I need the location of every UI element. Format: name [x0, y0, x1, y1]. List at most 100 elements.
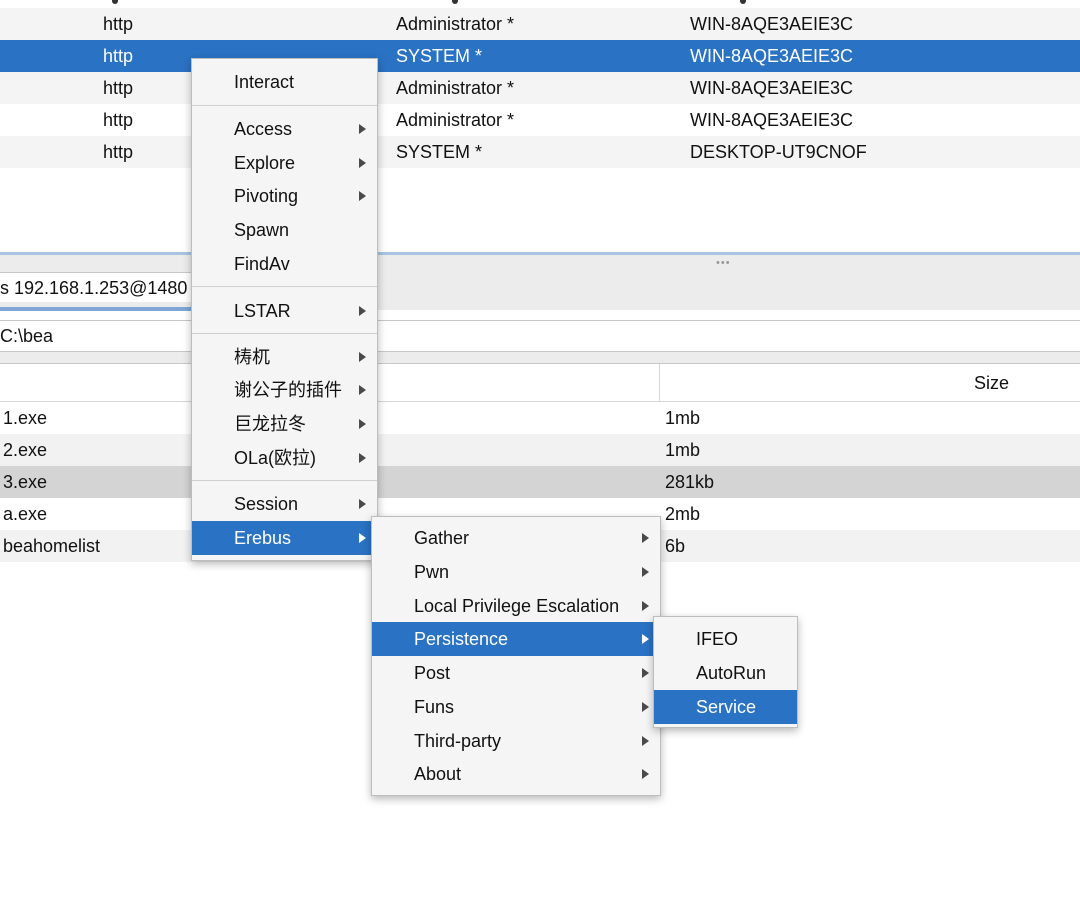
file-row[interactable]: 2.exe 1mb	[0, 434, 1080, 466]
session-row[interactable]: http Administrator * WIN-8AQE3AEIE3C	[0, 8, 1080, 40]
file-size: 6b	[665, 536, 686, 556]
submenu-arrow-icon	[642, 736, 649, 746]
column-divider[interactable]	[659, 364, 660, 402]
submenu-arrow-icon	[359, 499, 366, 509]
persistence-submenu: IFEO AutoRun Service	[653, 616, 798, 728]
menu-item-access[interactable]: Access	[192, 112, 377, 146]
menu-item-session[interactable]: Session	[192, 487, 377, 521]
menu-item-label: Persistence	[414, 629, 509, 649]
menu-item-gather[interactable]: Gather	[372, 521, 660, 555]
erebus-submenu: Gather Pwn Local Privilege Escalation Pe…	[371, 516, 661, 796]
menu-item-lstar[interactable]: LSTAR	[192, 294, 377, 328]
session-listener: http	[103, 78, 134, 98]
menu-item-xiegongzi-plugin[interactable]: 谢公子的插件	[192, 373, 377, 407]
submenu-arrow-icon	[642, 702, 649, 712]
menu-separator	[192, 333, 377, 334]
menu-item-label: FindAv	[234, 254, 290, 274]
file-name: 1.exe	[3, 408, 48, 428]
submenu-arrow-icon	[642, 601, 649, 611]
file-name: 3.exe	[3, 472, 48, 492]
menu-item-label: Gather	[414, 528, 470, 548]
menu-item-pivoting[interactable]: Pivoting	[192, 179, 377, 213]
context-menu: Interact Access Explore Pivoting Spawn F…	[191, 58, 378, 561]
menu-item-label: Access	[234, 119, 293, 139]
menu-item-autorun[interactable]: AutoRun	[654, 656, 797, 690]
tab-active-indicator	[0, 307, 192, 311]
session-user: Administrator *	[396, 14, 515, 34]
menu-item-label: Local Privilege Escalation	[414, 596, 620, 616]
session-user: SYSTEM *	[396, 142, 483, 162]
file-table-header: Size	[0, 364, 1080, 402]
menu-item-label: Third-party	[414, 731, 502, 751]
menu-item-label: About	[414, 764, 462, 784]
menu-separator	[192, 105, 377, 106]
session-listener: http	[103, 142, 134, 162]
submenu-arrow-icon	[359, 385, 366, 395]
menu-item-label: 巨龙拉冬	[234, 414, 306, 434]
menu-item-label: LSTAR	[234, 301, 291, 321]
menu-item-label: Explore	[234, 153, 296, 173]
menu-item-label: 谢公子的插件	[234, 380, 342, 400]
menu-item-label: IFEO	[696, 629, 739, 649]
file-size: 1mb	[665, 408, 701, 428]
menu-item-ifeo[interactable]: IFEO	[654, 622, 797, 656]
menu-item-label: Interact	[234, 72, 295, 92]
menu-item-label: Pivoting	[234, 186, 299, 206]
menu-item-label: OLa(欧拉)	[234, 448, 317, 468]
menu-item-label: Pwn	[414, 562, 450, 582]
menu-item-about[interactable]: About	[372, 757, 660, 791]
submenu-arrow-icon	[642, 533, 649, 543]
menu-item-post[interactable]: Post	[372, 656, 660, 690]
menu-item-findav[interactable]: FindAv	[192, 247, 377, 281]
file-row-selected[interactable]: 3.exe 281kb	[0, 466, 1080, 498]
session-user: Administrator *	[396, 78, 515, 98]
file-name: beahomelist	[3, 536, 101, 556]
submenu-arrow-icon	[642, 567, 649, 577]
submenu-arrow-icon	[642, 668, 649, 678]
submenu-arrow-icon	[642, 634, 649, 644]
menu-item-explore[interactable]: Explore	[192, 146, 377, 180]
menu-item-label: Session	[234, 494, 299, 514]
submenu-arrow-icon	[359, 191, 366, 201]
menu-separator	[192, 286, 377, 287]
menu-item-label: Spawn	[234, 220, 290, 240]
session-user: SYSTEM *	[396, 46, 483, 66]
submenu-arrow-icon	[359, 306, 366, 316]
file-name: 2.exe	[3, 440, 48, 460]
submenu-arrow-icon	[359, 158, 366, 168]
menu-item-funs[interactable]: Funs	[372, 690, 660, 724]
session-row[interactable]: http Administrator * WIN-8AQE3AEIE3C	[0, 72, 1080, 104]
menu-item-label: 梼杌	[234, 347, 270, 367]
menu-item-taowu[interactable]: 梼杌	[192, 340, 377, 374]
menu-item-erebus[interactable]: Erebus	[192, 521, 377, 555]
file-row[interactable]: 1.exe 1mb	[0, 402, 1080, 434]
session-row-selected[interactable]: http SYSTEM * WIN-8AQE3AEIE3C	[0, 40, 1080, 72]
tab-file-browser[interactable]: s 192.168.1.253@1480	[0, 272, 195, 302]
submenu-arrow-icon	[359, 124, 366, 134]
file-name: a.exe	[3, 504, 48, 524]
path-field[interactable]: C:\bea	[0, 320, 1080, 352]
menu-item-label: Post	[414, 663, 451, 683]
menu-item-third-party[interactable]: Third-party	[372, 724, 660, 758]
file-size: 281kb	[665, 472, 715, 492]
menu-item-interact[interactable]: Interact	[192, 65, 377, 99]
menu-item-spawn[interactable]: Spawn	[192, 213, 377, 247]
submenu-arrow-icon	[359, 419, 366, 429]
menu-item-pwn[interactable]: Pwn	[372, 555, 660, 589]
menu-item-service[interactable]: Service	[654, 690, 797, 724]
menu-separator	[192, 480, 377, 481]
menu-item-julonglados[interactable]: 巨龙拉冬	[192, 407, 377, 441]
splitter-grip[interactable]: •••	[716, 257, 731, 269]
menu-item-persistence[interactable]: Persistence	[372, 622, 660, 656]
menu-item-ola[interactable]: OLa(欧拉)	[192, 441, 377, 475]
session-row[interactable]: http Administrator * WIN-8AQE3AEIE3C	[0, 104, 1080, 136]
column-header-size[interactable]: Size	[974, 364, 1009, 402]
submenu-arrow-icon	[359, 352, 366, 362]
session-row[interactable]: http SYSTEM * DESKTOP-UT9CNOF	[0, 136, 1080, 168]
menu-item-local-privilege-escalation[interactable]: Local Privilege Escalation	[372, 589, 660, 623]
menu-item-label: Funs	[414, 697, 455, 717]
session-user: Administrator *	[396, 110, 515, 130]
path-gap	[0, 352, 1080, 364]
menu-item-label: Service	[696, 697, 757, 717]
session-listener: http	[103, 14, 134, 34]
